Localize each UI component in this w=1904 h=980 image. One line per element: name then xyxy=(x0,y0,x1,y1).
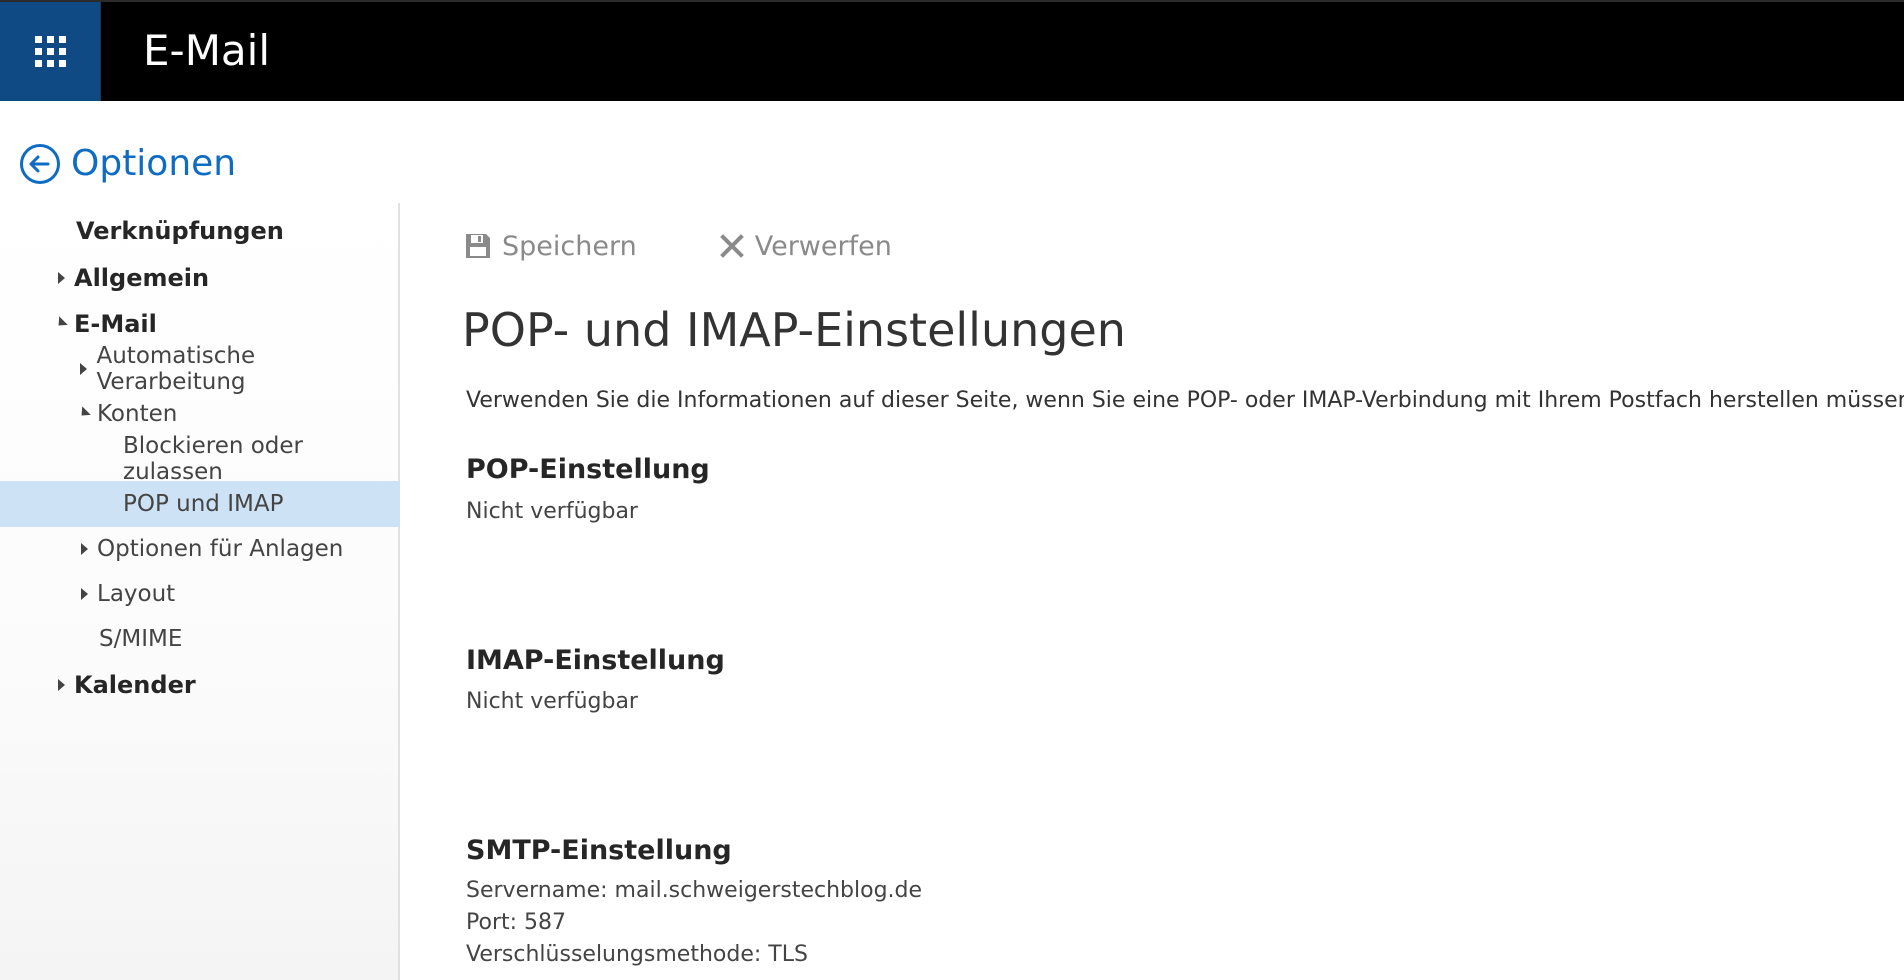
smtp-heading: SMTP-Einstellung xyxy=(466,835,732,866)
settings-content: POP- und IMAP-Einstellungen Verwenden Si… xyxy=(462,300,1904,967)
caret-right-icon[interactable] xyxy=(77,542,91,556)
smtp-encryption: Verschlüsselungsmethode: TLS xyxy=(466,942,808,967)
waffle-icon xyxy=(34,36,66,67)
nav-item-layout[interactable]: Layout xyxy=(0,572,400,616)
nav-item-konten[interactable]: Konten xyxy=(0,392,400,436)
imap-heading: IMAP-Einstellung xyxy=(466,645,725,676)
page-title: POP- und IMAP-Einstellungen xyxy=(462,303,1126,357)
nav-item-label: S/MIME xyxy=(99,626,183,652)
nav-item-verknuepfungen[interactable]: Verknüpfungen xyxy=(0,209,400,253)
nav-item-label: Automatische Verarbeitung xyxy=(96,343,256,395)
pop-heading: POP-Einstellung xyxy=(466,454,710,485)
nav-item-label: POP und IMAP xyxy=(123,491,284,517)
nav-item-email[interactable]: E-Mail xyxy=(0,302,400,346)
caret-right-icon[interactable] xyxy=(54,678,68,692)
nav-item-label: E-Mail xyxy=(74,310,157,338)
floppy-disk-icon xyxy=(466,234,490,258)
caret-right-icon[interactable] xyxy=(77,362,90,376)
nav-item-label: Kalender xyxy=(74,671,196,699)
discard-label: Verwerfen xyxy=(754,230,892,262)
options-back-button[interactable]: Optionen xyxy=(19,143,236,185)
caret-down-icon[interactable] xyxy=(54,315,68,331)
close-x-icon xyxy=(719,234,744,258)
nav-item-allgemein[interactable]: Allgemein xyxy=(0,256,400,300)
nav-item-optionen-fuer-anlagen[interactable]: Optionen für Anlagen xyxy=(0,527,400,571)
caret-right-icon[interactable] xyxy=(77,587,91,601)
nav-item-pop-und-imap[interactable]: POP und IMAP xyxy=(0,481,400,527)
save-button[interactable]: Speichern xyxy=(464,231,637,262)
app-title: E-Mail xyxy=(143,26,271,75)
discard-button[interactable]: Verwerfen xyxy=(719,231,892,262)
caret-right-icon[interactable] xyxy=(54,271,68,285)
nav-item-kalender[interactable]: Kalender xyxy=(0,663,400,707)
imap-value: Nicht verfügbar xyxy=(466,689,638,714)
caret-down-icon[interactable] xyxy=(77,405,91,421)
nav-item-label: Optionen für Anlagen xyxy=(97,536,344,562)
nav-item-smime[interactable]: S/MIME xyxy=(0,617,400,661)
nav-item-label: Verknüpfungen xyxy=(76,217,284,245)
toolbar: Speichern Verwerfen xyxy=(464,226,974,266)
save-label: Speichern xyxy=(502,230,637,262)
options-title: Optionen xyxy=(71,143,237,184)
nav-item-label: Allgemein xyxy=(74,264,210,292)
options-nav: Verknüpfungen Allgemein E-Mail Automatis… xyxy=(0,203,400,980)
nav-item-blockieren-oder-zulassen[interactable]: Blockieren oder zulassen xyxy=(0,433,400,485)
intro-text: Verwenden Sie die Informationen auf dies… xyxy=(466,388,1904,413)
nav-item-automatische-verarbeitung[interactable]: Automatische Verarbeitung xyxy=(0,343,400,395)
top-bar: E-Mail xyxy=(0,0,1904,101)
nav-item-label: Layout xyxy=(97,581,176,607)
pop-value: Nicht verfügbar xyxy=(466,499,638,524)
app-launcher-button[interactable] xyxy=(0,2,101,101)
smtp-port: Port: 587 xyxy=(466,910,567,935)
smtp-server: Servername: mail.schweigerstechblog.de xyxy=(466,878,923,903)
back-arrow-circle-icon xyxy=(20,144,60,184)
nav-item-label: Konten xyxy=(97,401,178,427)
nav-item-label: Blockieren oder zulassen xyxy=(123,433,304,485)
